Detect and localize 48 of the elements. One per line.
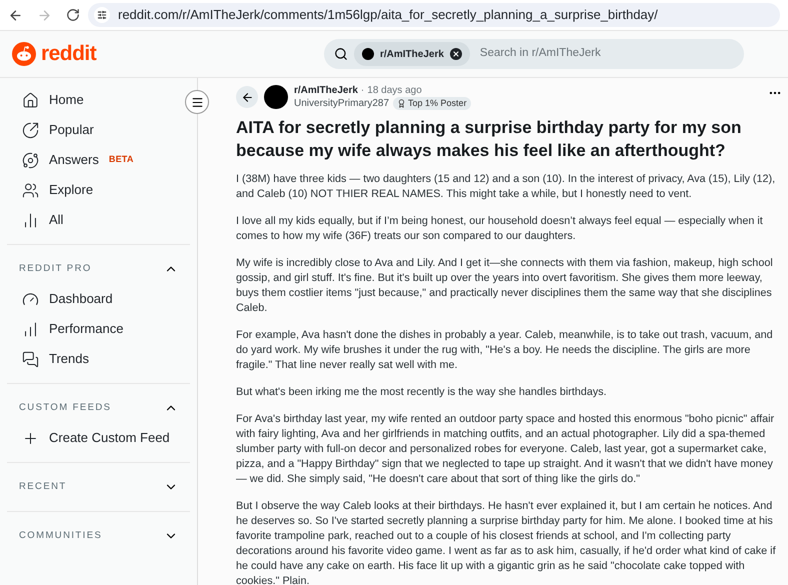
- sidebar-item[interactable]: Explore: [19, 175, 178, 205]
- section-header[interactable]: RECENT: [7, 472, 190, 502]
- sidebar-item[interactable]: Trends: [19, 344, 178, 374]
- community-avatar: [264, 85, 288, 109]
- sidebar-item[interactable]: Home: [19, 85, 178, 115]
- award-icon: [397, 99, 406, 108]
- post-paragraph: I (38M) have three kids — two daughters (15 and 12) and a son (10). In the interest of privacy, Ava (15), Lily (12), and Caleb (10) NOT THIER REAL NAMES. This might take a while, but I honestly need to vent.: [236, 172, 776, 202]
- post-paragraph: My wife is incredibly close to Ava and Lily. And I get it—she connects with them via fashion, makeup, high school gossip, and girl stuff. It's fine. But it's built up over the years into overt favoritism. She gives them more leeway, buys them costlier items "just because," and practically never disciplines them the same way that she disciplines Caleb.: [236, 256, 774, 316]
- separator-dot: ·: [360, 84, 364, 97]
- community-chip[interactable]: r/AmITheJerk: [354, 42, 470, 66]
- address-bar[interactable]: reddit.com/r/AmITheJerk/comments/1m56lgp/aita_for_secretly_planning_a_surprise_birthday/: [88, 3, 780, 27]
- post-paragraph: But what's been irking me the most recently is the way she handles birthdays.: [236, 385, 608, 400]
- post-paragraph: But I observe the way Caleb looks at their birthdays. He hasn't ever explained it, but I am certain he notices. And he deserves so. So I've started secretly planning a surprise birthday party for him. Me alone. I booked time at his favorite trampoline park, reached out to a couple of his closest friends at school, and I'm collecting party decorations around his favorite video game. I went as far as to ask him, casually, if he'd order what kind of cake if he could have any cake on earth. His face lit up with a gigantic grin as he said "chocolate cake topped with cookies." Plain.: [236, 499, 777, 585]
- section-header[interactable]: REDDIT PRO: [7, 254, 190, 284]
- sidebar-item[interactable]: Performance: [19, 314, 178, 344]
- reload-icon[interactable]: [66, 8, 80, 22]
- subreddit-link[interactable]: r/AmITheJerk: [294, 84, 358, 97]
- back-button[interactable]: [236, 86, 258, 108]
- performance-icon: [22, 320, 39, 338]
- search-input[interactable]: Search in r/AmITheJerk: [480, 45, 734, 63]
- sidebar-item[interactable]: Answers BETA: [19, 145, 178, 175]
- reddit-logo-icon[interactable]: [12, 42, 36, 66]
- post-paragraph: I love all my kids equally, but if I’m being honest, our household doesn’t always feel equal — especially when it comes to how my wife (36F) treats our son compared to our daughters.: [236, 214, 764, 244]
- sidebar-item[interactable]: All: [19, 205, 178, 235]
- dashboard-icon: [22, 290, 39, 308]
- community-avatar: [362, 48, 374, 60]
- beta-label: BETA: [108, 153, 134, 166]
- post-time: 18 days ago: [367, 84, 422, 97]
- menu-button[interactable]: [185, 90, 209, 114]
- close-icon[interactable]: [450, 48, 462, 60]
- back-icon[interactable]: [8, 8, 23, 22]
- section-header[interactable]: CUSTOM FEEDS: [7, 393, 190, 423]
- search-field[interactable]: r/AmITheJerk Search in r/AmITheJerk: [324, 39, 744, 69]
- sidebar-item[interactable]: Create Custom Feed: [19, 423, 178, 453]
- sidebar-item[interactable]: Popular: [19, 115, 178, 145]
- post-paragraph: For example, Ava hasn't done the dishes in probably a year. Caleb, meanwhile, is to take out trash, vacuum, and do yard work. My wife brushes it under the rug with, "He's a boy. He needs the discipline. The girls are more fragile." That line never really sat well with me.: [236, 328, 774, 373]
- home-icon: [22, 92, 39, 108]
- post-title: AITA for secretly planning a surprise birthday party for my son because my wife always makes his feel like an afterthought?: [236, 117, 742, 162]
- section-header[interactable]: COMMUNITIES: [7, 521, 190, 551]
- search-icon: [334, 47, 348, 61]
- flair-badge: Top 1% Poster: [393, 97, 471, 110]
- post-paragraph: For Ava's birthday last year, my wife rented an outdoor party space and hosted this enormous "boho picnic" affair with fairy lighting, Ava and her girlfriends in matching outfits, and an actual photographer. Lily did a spa-themed slumber party with full-on decor and personalized robes for everyone. Caleb, last year, got a supermarket cake, pizza, and a "Happy Birthday" sign that we neglected to tape up straight. And it wasn't that we didn't have money — we did. She simply said, "He doesn't care about that sort of thing like the girls do.": [236, 412, 776, 487]
- back-arrow-icon: [240, 90, 254, 104]
- url-text: reddit.com/r/AmITheJerk/comments/1m56lgp/aita_for_secretly_planning_a_surprise_birthday/: [118, 6, 658, 24]
- menu-icon: [190, 96, 204, 108]
- sidebar-item[interactable]: Dashboard: [19, 284, 178, 314]
- site-settings-icon[interactable]: [97, 10, 107, 20]
- author-link[interactable]: UniversityPrimary287: [294, 97, 390, 110]
